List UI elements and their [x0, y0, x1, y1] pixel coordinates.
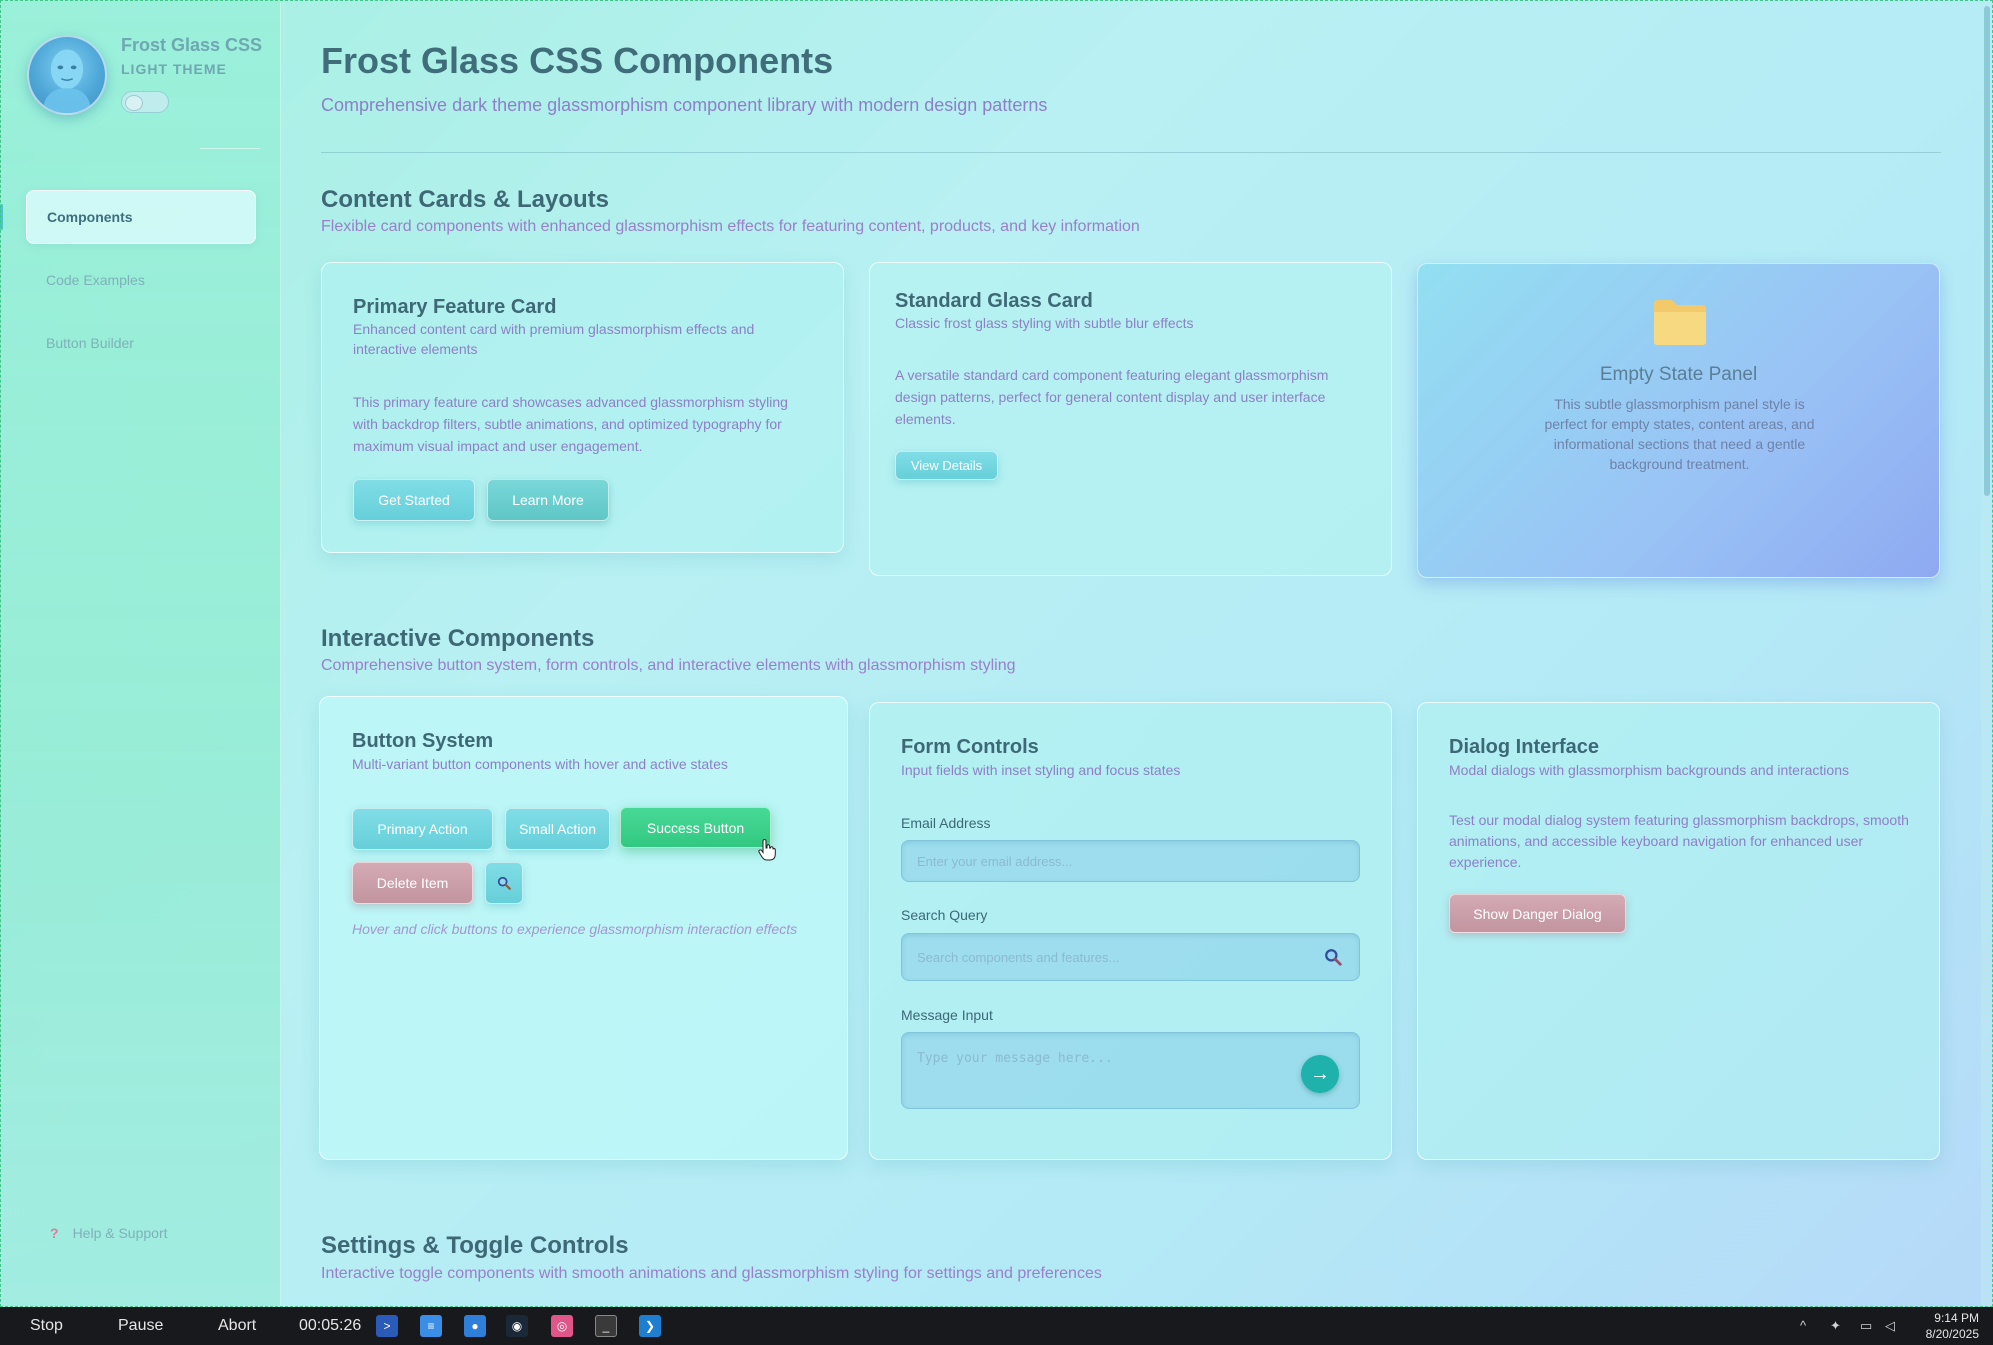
- chevron-up-icon[interactable]: ^: [1800, 1318, 1806, 1333]
- app-bird-icon[interactable]: ●: [464, 1315, 486, 1337]
- card-subtitle: Modal dialogs with glassmorphism backgro…: [1449, 762, 1849, 778]
- hand-cursor-icon: [758, 838, 776, 861]
- search-icon: [497, 876, 511, 890]
- email-label: Email Address: [901, 815, 991, 831]
- pause-button[interactable]: Pause: [118, 1317, 163, 1335]
- help-icon: ?: [50, 1225, 59, 1241]
- page-title: Frost Glass CSS Components: [321, 40, 834, 81]
- success-button[interactable]: Success Button: [620, 807, 771, 848]
- powershell-icon[interactable]: >: [376, 1315, 398, 1337]
- button-system-card: Button System Multi-variant button compo…: [319, 696, 848, 1160]
- arrow-right-icon: →: [1310, 1062, 1330, 1085]
- theme-label: LIGHT THEME: [121, 61, 227, 77]
- clock[interactable]: 9:14 PM 8/20/2025: [1926, 1310, 1979, 1342]
- section-desc-settings: Interactive toggle components with smoot…: [321, 1265, 1102, 1282]
- sidebar-divider: [200, 148, 260, 149]
- search-input[interactable]: Search components and features...: [901, 933, 1360, 981]
- taskbar: Stop Pause Abort 00:05:26 > ≡ ● ◉ ◎ _ ❯ …: [0, 1307, 1993, 1345]
- active-nav-marker: [0, 204, 3, 230]
- theme-toggle[interactable]: [121, 91, 169, 113]
- section-desc-cards: Flexible card components with enhanced g…: [321, 218, 1140, 235]
- send-arrow-button[interactable]: →: [1301, 1055, 1339, 1093]
- sidebar-item-components[interactable]: Components: [26, 190, 256, 244]
- section-title-settings: Settings & Toggle Controls: [321, 1232, 629, 1259]
- sidebar-item-code-examples[interactable]: Code Examples: [26, 253, 256, 307]
- card-title: Form Controls: [901, 736, 1039, 758]
- search-icon-button[interactable]: [485, 862, 523, 904]
- message-textarea[interactable]: Type your message here...: [901, 1032, 1360, 1109]
- standard-glass-card: Standard Glass Card Classic frost glass …: [869, 262, 1392, 576]
- delete-item-button[interactable]: Delete Item: [352, 862, 473, 904]
- folder-icon: [1652, 296, 1708, 346]
- card-title: Dialog Interface: [1449, 736, 1600, 758]
- clock-time: 9:14 PM: [1934, 1311, 1979, 1325]
- scrollbar-thumb[interactable]: [1984, 6, 1990, 496]
- show-danger-dialog-button[interactable]: Show Danger Dialog: [1449, 894, 1626, 933]
- sidebar: Frost Glass CSS LIGHT THEME Components C…: [0, 0, 281, 1306]
- primary-action-button[interactable]: Primary Action: [352, 808, 493, 850]
- help-label: Help & Support: [72, 1225, 168, 1241]
- card-subtitle: Classic frost glass styling with subtle …: [895, 315, 1194, 331]
- avatar-face-icon: [42, 49, 92, 113]
- form-controls-card: Form Controls Input fields with inset st…: [869, 702, 1392, 1160]
- dialog-interface-card: Dialog Interface Modal dialogs with glas…: [1417, 702, 1940, 1160]
- app-color-icon[interactable]: ◎: [551, 1315, 573, 1337]
- avatar[interactable]: [27, 35, 107, 115]
- search-icon: [1325, 949, 1342, 966]
- small-action-button[interactable]: Small Action: [505, 808, 610, 850]
- card-subtitle: Multi-variant button components with hov…: [352, 756, 728, 772]
- brand-name: Frost Glass CSS: [121, 35, 263, 55]
- header-divider: [321, 152, 1941, 153]
- message-placeholder: Type your message here...: [917, 1051, 1113, 1066]
- section-title-interactive: Interactive Components: [321, 625, 595, 652]
- card-body: Test our modal dialog system featuring g…: [1449, 812, 1909, 870]
- section-desc-interactive: Comprehensive button system, form contro…: [321, 657, 1016, 674]
- card-body: A versatile standard card component feat…: [895, 367, 1329, 427]
- primary-feature-card: Primary Feature Card Enhanced content ca…: [321, 262, 844, 553]
- network-icon[interactable]: ▭: [1860, 1318, 1872, 1334]
- section-title-cards: Content Cards & Layouts: [321, 186, 610, 213]
- vertical-scrollbar[interactable]: [1981, 0, 1993, 1306]
- clock-date: 8/20/2025: [1925, 1327, 1979, 1341]
- card-body: This primary feature card showcases adva…: [353, 394, 788, 454]
- sidebar-item-label: Components: [47, 209, 133, 225]
- empty-state-panel: Empty State Panel This subtle glassmorph…: [1417, 263, 1940, 578]
- terminal-icon[interactable]: _: [595, 1315, 617, 1337]
- page-subtitle: Comprehensive dark theme glassmorphism c…: [321, 95, 1048, 115]
- sidebar-item-button-builder[interactable]: Button Builder: [26, 316, 256, 370]
- card-title: Primary Feature Card: [353, 296, 557, 318]
- empty-panel-body: This subtle glassmorphism panel style is…: [1544, 396, 1815, 472]
- sidebar-item-label: Code Examples: [46, 272, 145, 288]
- card-title: Standard Glass Card: [895, 290, 1093, 312]
- vscode-icon[interactable]: ❯: [639, 1315, 661, 1337]
- search-label: Search Query: [901, 907, 988, 923]
- stop-button[interactable]: Stop: [30, 1317, 63, 1335]
- card-subtitle: Input fields with inset styling and focu…: [901, 762, 1181, 778]
- card-subtitle: Enhanced content card with premium glass…: [353, 321, 755, 357]
- search-placeholder: Search components and features...: [917, 949, 1120, 965]
- timer: 00:05:26: [299, 1317, 362, 1334]
- steam-icon[interactable]: ◉: [506, 1315, 528, 1337]
- notepad-icon[interactable]: ≡: [420, 1315, 442, 1337]
- learn-more-button[interactable]: Learn More: [487, 479, 609, 521]
- help-support-link[interactable]: ? Help & Support: [50, 1225, 168, 1241]
- email-field[interactable]: Enter your email address...: [901, 840, 1360, 882]
- dropbox-icon[interactable]: ✦: [1830, 1318, 1841, 1334]
- get-started-button[interactable]: Get Started: [353, 479, 475, 521]
- sidebar-item-label: Button Builder: [46, 335, 134, 351]
- message-label: Message Input: [901, 1007, 993, 1023]
- volume-icon[interactable]: ◁: [1885, 1318, 1895, 1334]
- card-title: Button System: [352, 730, 494, 752]
- view-details-button[interactable]: View Details: [895, 451, 998, 480]
- abort-button[interactable]: Abort: [218, 1317, 256, 1335]
- empty-panel-title: Empty State Panel: [1599, 364, 1758, 385]
- button-system-note: Hover and click buttons to experience gl…: [352, 921, 798, 937]
- main-content: Frost Glass CSS Components Comprehensive…: [281, 0, 1981, 1306]
